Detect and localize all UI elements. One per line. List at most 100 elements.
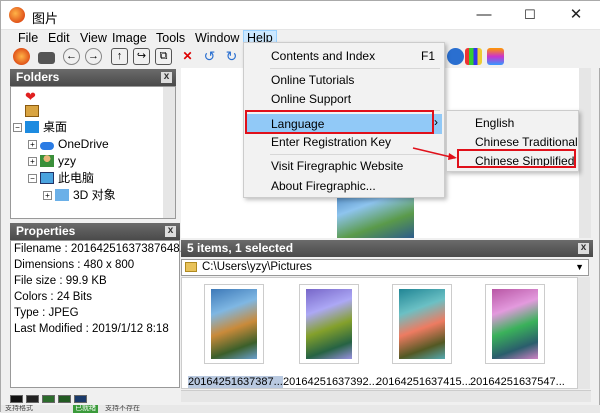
menu-tools[interactable]: Tools <box>156 31 185 45</box>
menu-item-tutorials[interactable]: Online Tutorials <box>271 73 354 87</box>
forward-icon[interactable]: → <box>85 48 102 65</box>
chevron-down-icon[interactable]: ▼ <box>575 260 584 275</box>
menu-window[interactable]: Window <box>195 31 239 45</box>
properties-pane-title: Properties <box>16 224 76 238</box>
tree-item-onedrive[interactable]: + OneDrive <box>28 136 109 152</box>
user-icon <box>40 155 54 167</box>
tree-item-label: 此电脑 <box>58 171 95 185</box>
back-icon[interactable]: ← <box>63 48 80 65</box>
print-icon[interactable] <box>38 52 55 64</box>
tree-item-label: yzy <box>58 154 76 168</box>
color-swatch[interactable] <box>10 395 23 403</box>
favorites-row[interactable]: ❤ <box>25 87 43 103</box>
menu-item-support[interactable]: Online Support <box>271 92 351 106</box>
window-title: 图片 <box>32 11 59 26</box>
thumbnail-image <box>399 289 445 359</box>
maximize-button[interactable]: ☐ <box>507 1 553 30</box>
rotate-left-icon[interactable]: ↺ <box>201 48 218 65</box>
annotation-arrow-icon <box>412 147 457 160</box>
info-icon[interactable] <box>447 48 464 65</box>
up-folder-icon[interactable]: ↑ <box>111 48 128 65</box>
close-pane-icon[interactable]: x <box>161 72 172 83</box>
collapse-icon[interactable]: − <box>13 123 22 132</box>
language-chinese-traditional[interactable]: Chinese Traditional <box>475 135 578 149</box>
prop-colors: Colors : 24 Bits <box>14 291 92 303</box>
chevron-right-icon: › <box>434 115 438 129</box>
menu-view[interactable]: View <box>80 31 107 45</box>
properties-pane-header: Properties x <box>10 223 180 240</box>
cloud-icon <box>40 142 54 150</box>
move-icon[interactable]: ↪ <box>133 48 150 65</box>
thumbnail-hscrollbar[interactable] <box>181 390 591 402</box>
briefcase-icon <box>25 105 39 117</box>
menu-file[interactable]: File <box>18 31 38 45</box>
tree-item-label: 桌面 <box>43 120 68 134</box>
prop-type: Type : JPEG <box>14 307 79 319</box>
heart-icon: ❤ <box>25 89 36 104</box>
tree-item-label: 3D 对象 <box>73 188 116 202</box>
3d-objects-icon <box>55 189 69 201</box>
close-pane-icon[interactable]: x <box>165 226 176 237</box>
menu-image[interactable]: Image <box>112 31 147 45</box>
menu-separator <box>270 68 440 69</box>
color-swatch[interactable] <box>58 395 71 403</box>
annotation-box <box>457 149 576 168</box>
color-swatch[interactable] <box>26 395 39 403</box>
expand-icon[interactable]: + <box>43 191 52 200</box>
color-swatch[interactable] <box>42 395 55 403</box>
color-swatch[interactable] <box>74 395 87 403</box>
menu-edit[interactable]: Edit <box>48 31 70 45</box>
briefcase-row[interactable] <box>25 103 43 119</box>
folders-pane-title: Folders <box>16 70 60 84</box>
prop-last-modified: Last Modified : 2019/1/12 8:18 <box>14 323 169 335</box>
app-logo-icon <box>9 7 25 23</box>
effects-icon[interactable] <box>487 48 504 65</box>
thumbnail-2[interactable] <box>299 284 359 364</box>
thumbnail-grid: 20164251637387... 20164251637392... 2016… <box>181 277 578 389</box>
delete-icon[interactable]: ✕ <box>179 48 196 65</box>
menu-item-website[interactable]: Visit Firegraphic Website <box>271 159 403 173</box>
thumbnail-caption[interactable]: 20164251637415... <box>376 376 471 388</box>
annotation-box <box>245 110 434 134</box>
tree-item-desktop[interactable]: − 桌面 <box>13 119 67 135</box>
files-count: 5 items, 1 selected <box>187 241 294 255</box>
menu-item-register[interactable]: Enter Registration Key <box>271 135 391 149</box>
menu-item-about[interactable]: About Firegraphic... <box>271 179 376 193</box>
desktop-icon <box>25 121 39 133</box>
tree-item-this-pc[interactable]: − 此电脑 <box>28 170 94 186</box>
path-text: C:\Users\yzy\Pictures <box>202 261 312 273</box>
palette-icon[interactable] <box>465 48 482 65</box>
firegraphic-icon[interactable] <box>13 48 30 65</box>
thumbnail-caption[interactable]: 20164251637392... <box>283 376 378 388</box>
preview-scrollbar[interactable] <box>579 68 591 238</box>
close-button[interactable]: ✕ <box>553 1 599 30</box>
language-english[interactable]: English <box>475 116 514 130</box>
tree-item-3d-objects[interactable]: +3D 对象 <box>43 187 116 203</box>
menu-item-contents[interactable]: Contents and Index <box>271 49 375 63</box>
prop-file-size: File size : 99.9 KB <box>14 275 107 287</box>
thumbnail-1[interactable] <box>204 284 264 364</box>
title-bar: 图片 — ☐ ✕ <box>1 1 600 30</box>
shortcut-label: F1 <box>421 49 436 63</box>
prop-dimensions: Dimensions : 480 x 800 <box>14 259 135 271</box>
thumbnail-scrollbar[interactable] <box>578 277 590 389</box>
expand-icon[interactable]: + <box>28 140 37 149</box>
close-pane-icon[interactable]: x <box>578 243 589 254</box>
thumbnail-image <box>492 289 538 359</box>
thumbnail-caption[interactable]: 20164251637547... <box>470 376 565 388</box>
rotate-right-icon[interactable]: ↻ <box>223 48 240 65</box>
thumbnail-3[interactable] <box>392 284 452 364</box>
folder-tree-scrollbar[interactable] <box>163 87 175 218</box>
expand-icon[interactable]: + <box>28 157 37 166</box>
files-pane-header: 5 items, 1 selected x <box>181 240 593 257</box>
path-dropdown[interactable]: C:\Users\yzy\Pictures ▼ <box>181 259 589 276</box>
thumbnail-image <box>211 289 257 359</box>
minimize-button[interactable]: — <box>461 1 507 30</box>
folder-icon <box>185 262 197 272</box>
copy-icon[interactable]: ⧉ <box>155 48 172 65</box>
thumbnail-caption[interactable]: 20164251637387... <box>188 376 283 388</box>
collapse-icon[interactable]: − <box>28 174 37 183</box>
tree-item-yzy[interactable]: + yzy <box>28 153 76 169</box>
prop-filename: Filename : 20164251637387648... <box>14 243 190 255</box>
thumbnail-4[interactable] <box>485 284 545 364</box>
